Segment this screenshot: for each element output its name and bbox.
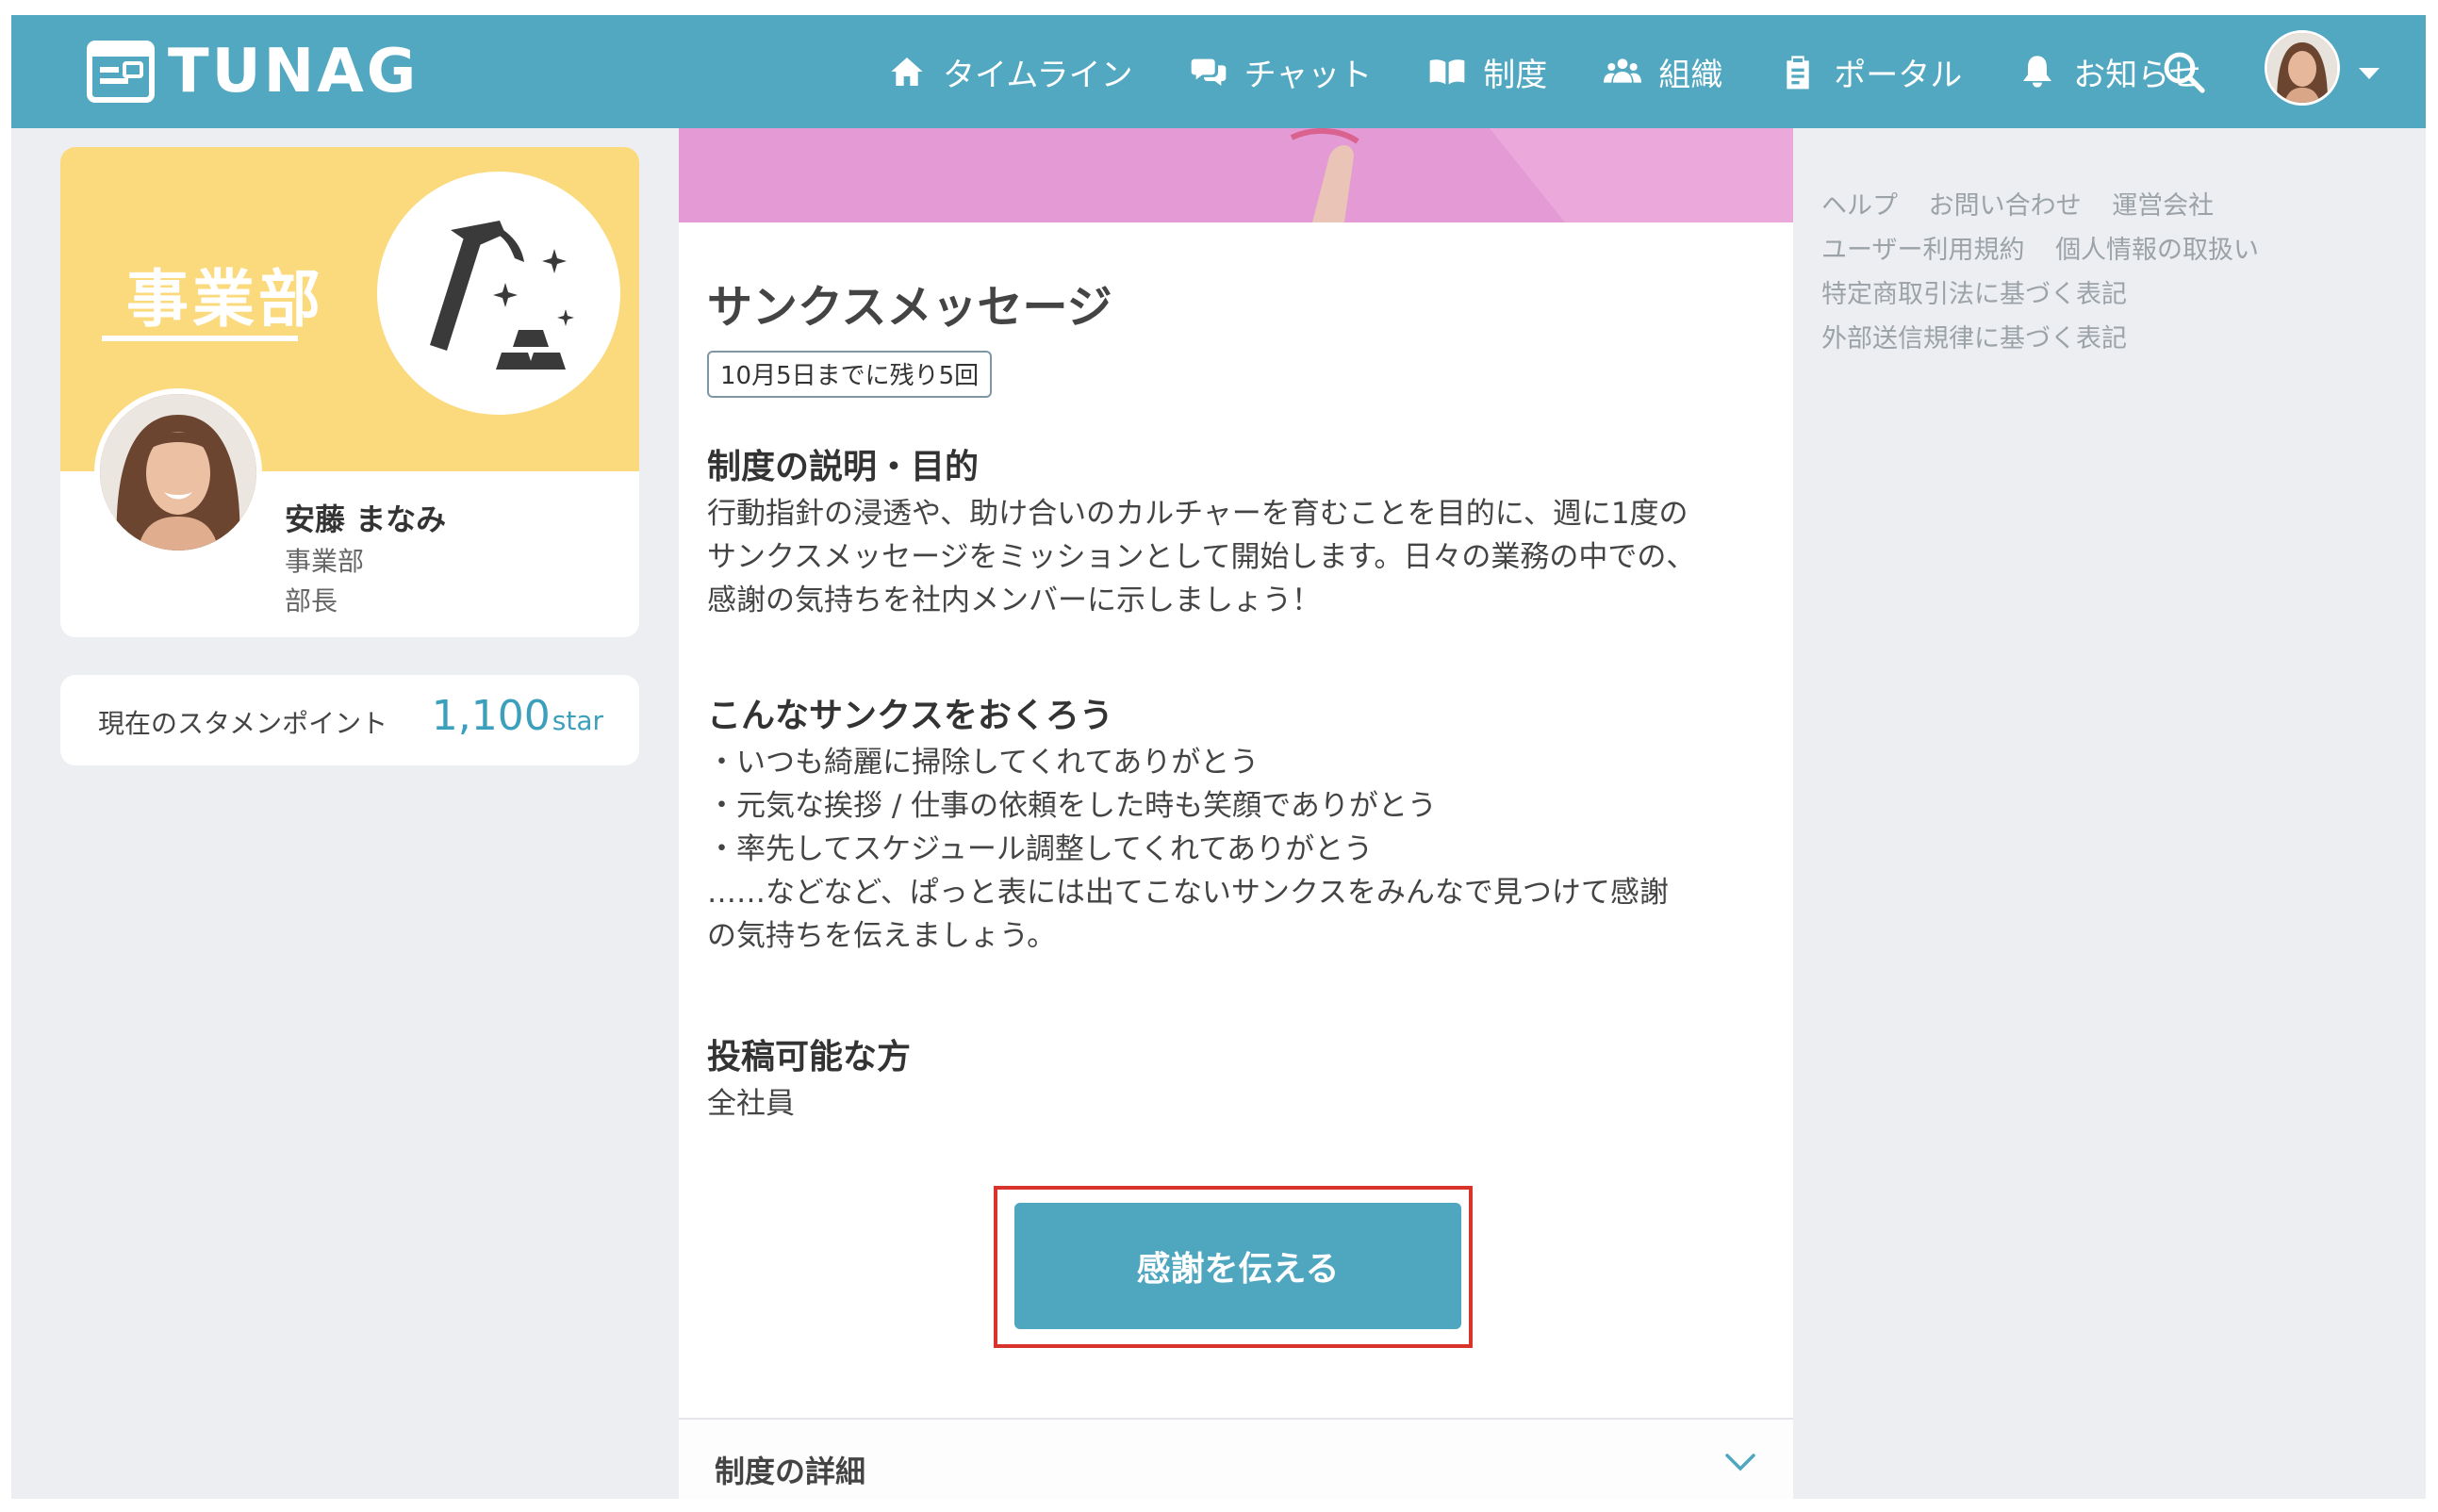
user-name: 安藤 まなみ [285, 501, 447, 537]
privacy-link[interactable]: 個人情報の取扱い [2055, 236, 2259, 265]
bell-icon [2023, 56, 2052, 88]
body-line: の気持ちを伝えましょう。 [707, 919, 1057, 953]
footer-row: 外部送信規律に基づく表記 [1821, 318, 2282, 362]
nav-label: ポータル [1834, 56, 1963, 94]
dept-underline [102, 336, 298, 341]
caret-down-icon[interactable] [2355, 62, 2383, 85]
hero-graphic [679, 128, 1793, 222]
section-body-examples: ・いつも綺麗に掃除してくれてありがとう ・元気な挨拶 / 仕事の依頼をした時も笑… [707, 741, 1763, 958]
app-frame: TUNAG タイムライン チャット 制度 組織 ポータル お知らせ 事業部 安藤… [11, 15, 2426, 1499]
points-value: 1,100star [432, 692, 603, 740]
dept-title: 事業部 [126, 263, 324, 336]
main-nav: タイムライン チャット 制度 組織 ポータル お知らせ [888, 15, 2258, 128]
section-body-eligible: 全社員 [707, 1082, 1763, 1126]
nav-organization[interactable]: 組織 [1604, 49, 1722, 95]
home-icon [891, 58, 923, 86]
search-icon[interactable] [2161, 49, 2206, 94]
limit-tag: 10月5日までに残り5回 [707, 351, 993, 398]
chevron-down-icon[interactable] [1723, 1450, 1757, 1476]
logo[interactable]: TUNAG [87, 34, 419, 109]
points-label: 現在のスタメンポイント [98, 708, 388, 739]
points-card[interactable]: 現在のスタメンポイント 1,100star [60, 675, 639, 765]
points-number: 1,100 [431, 692, 551, 740]
details-label: 制度の詳細 [715, 1454, 866, 1489]
nav-label: 制度 [1483, 56, 1548, 94]
body-line: ・率先してスケジュール調整してくれてありがとう [707, 832, 1374, 866]
user-department: 事業部 [285, 546, 365, 577]
body-line: ・元気な挨拶 / 仕事の依頼をした時も笑顔でありがとう [707, 789, 1437, 823]
nav-label: チャット [1244, 56, 1373, 94]
nav-chat[interactable]: チャット [1190, 49, 1373, 95]
footer-row: ヘルプ お問い合わせ 運営会社 [1821, 185, 2282, 229]
body-line: 感謝の気持ちを社内メンバーに示しましょう！ [707, 583, 1321, 617]
nav-timeline[interactable]: タイムライン [888, 49, 1133, 95]
user-avatar[interactable] [94, 388, 262, 556]
body-line: 行動指針の浸透や、助け合いのカルチャーを育むことを目的に、週に1度の [707, 497, 1688, 531]
send-thanks-button[interactable]: 感謝を伝える [1014, 1203, 1461, 1329]
external-transmission-link[interactable]: 外部送信規律に基づく表記 [1821, 324, 2127, 353]
logo-text: TUNAG [168, 37, 420, 107]
details-accordion[interactable]: 制度の詳細 [679, 1418, 1793, 1499]
people-icon [1604, 58, 1642, 83]
page-title: サンクスメッセージ [707, 281, 1112, 334]
badge-circle [377, 172, 620, 415]
hammer-gold-icon [430, 221, 574, 370]
nav-portal[interactable]: ポータル [1779, 49, 1962, 95]
commerce-law-link[interactable]: 特定商取引法に基づく表記 [1821, 280, 2127, 309]
header-avatar[interactable] [2265, 30, 2340, 106]
section-body-purpose: 行動指針の浸透や、助け合いのカルチャーを育むことを目的に、週に1度の サンクスメ… [707, 492, 1763, 622]
footer-links: ヘルプ お問い合わせ 運営会社 ユーザー利用規約 個人情報の取扱い 特定商取引法… [1821, 185, 2282, 362]
nav-label: タイムライン [943, 56, 1133, 94]
book-icon [1429, 59, 1465, 85]
chat-icon [1191, 58, 1226, 86]
company-link[interactable]: 運営会社 [2112, 191, 2214, 221]
nav-label: 組織 [1658, 56, 1723, 94]
top-header: TUNAG タイムライン チャット 制度 組織 ポータル お知らせ [11, 15, 2426, 128]
contact-link[interactable]: お問い合わせ [1929, 191, 2082, 221]
footer-row: ユーザー利用規約 個人情報の取扱い [1821, 229, 2282, 273]
body-line: ……などなど、ぱっと表には出てこないサンクスをみんなで見つけて感謝 [707, 876, 1669, 910]
body-line: 全社員 [707, 1087, 795, 1121]
nav-system[interactable]: 制度 [1428, 49, 1547, 95]
section-heading-eligible: 投稿可能な方 [707, 1038, 912, 1076]
clipboard-icon [1787, 56, 1809, 90]
hero-image [679, 128, 1793, 222]
terms-link[interactable]: ユーザー利用規約 [1821, 236, 2024, 265]
help-link[interactable]: ヘルプ [1821, 191, 1898, 221]
footer-row: 特定商取引法に基づく表記 [1821, 273, 2282, 318]
user-role: 部長 [285, 585, 338, 616]
body-line: サンクスメッセージをミッションとして開始します。日々の業務の中での、 [707, 540, 1696, 574]
profile-card[interactable]: 事業部 安藤 まなみ 事業部 部長 [60, 147, 639, 637]
section-heading-purpose: 制度の説明・目的 [707, 448, 980, 486]
section-heading-examples: こんなサンクスをおくろう [707, 697, 1113, 735]
avatar-portrait [2267, 33, 2337, 103]
avatar-portrait [100, 394, 256, 551]
body-line: ・いつも綺麗に掃除してくれてありがとう [707, 746, 1260, 780]
points-unit: star [552, 705, 603, 736]
system-detail-panel: サンクスメッセージ 10月5日までに残り5回 制度の説明・目的 行動指針の浸透や… [679, 128, 1793, 1499]
logo-icon [87, 41, 155, 103]
